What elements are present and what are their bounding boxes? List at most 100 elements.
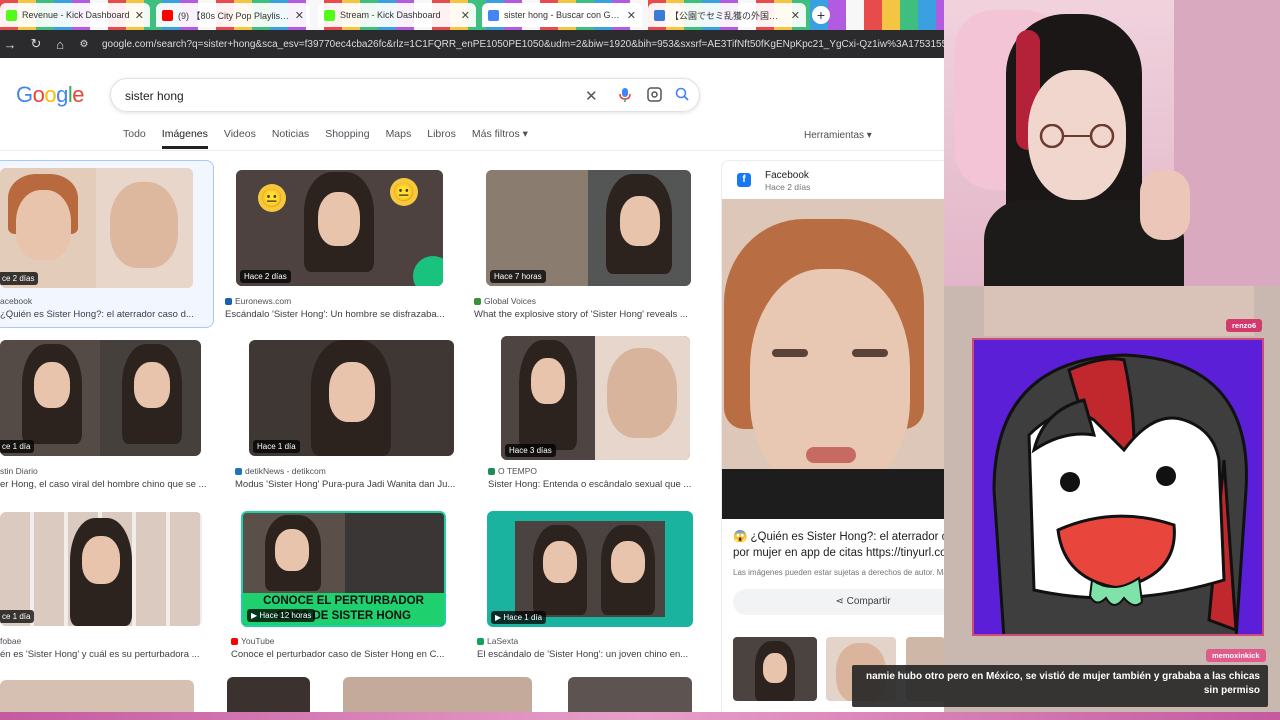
search-input[interactable]: sister hong (125, 89, 184, 103)
reload-icon[interactable]: ↻ (26, 36, 46, 52)
tab-label: Revenue - Kick Dashboard (22, 10, 130, 20)
result-caption[interactable]: er Hong, el caso viral del hombre chino … (0, 479, 215, 490)
forward-icon[interactable]: → (0, 37, 20, 52)
chat-username-badge: memoxinkick (1206, 649, 1266, 662)
result-thumbnail[interactable]: Hace 1 día (249, 340, 454, 456)
tab-noticias[interactable]: Noticias (272, 128, 309, 149)
close-tab-icon[interactable]: ✕ (461, 9, 470, 22)
result-caption[interactable]: Escándalo 'Sister Hong': Un hombre se di… (225, 309, 445, 320)
result-caption[interactable]: Modus 'Sister Hong' Pura-pura Jadi Wanit… (235, 479, 465, 490)
result-thumbnail[interactable]: ce 1 día (0, 512, 202, 626)
close-tab-icon[interactable]: ✕ (295, 9, 304, 22)
home-icon[interactable]: ⌂ (50, 37, 70, 52)
search-icon[interactable] (675, 87, 689, 104)
close-tab-icon[interactable]: ✕ (627, 9, 636, 22)
tab-maps[interactable]: Maps (386, 128, 412, 149)
tools-button[interactable]: Herramientas ▾ (804, 130, 872, 141)
address-bar: → ↻ ⌂ ⚙ google.com/search?q=sister+hong&… (0, 30, 944, 58)
result-thumbnail[interactable]: ce 2 días (0, 168, 193, 288)
tab-google-search[interactable]: sister hong - Buscar con Google ✕ (482, 3, 642, 27)
otempo-icon (488, 467, 495, 475)
age-badge: ▶ Hace 12 horas (247, 609, 316, 622)
neutral-face-emoji-icon: 😐 (390, 178, 418, 206)
microphone-icon[interactable] (619, 87, 631, 106)
result-source: YouTube (231, 636, 274, 646)
tab-imagenes[interactable]: Imágenes (161, 128, 208, 149)
tab-strip: Revenue - Kick Dashboard ✕ (9) 【80s City… (0, 0, 944, 30)
result-caption[interactable]: What the explosive story of 'Sister Hong… (474, 309, 694, 320)
result-source: Euronews.com (225, 296, 291, 306)
search-box[interactable]: sister hong ✕ (110, 78, 700, 112)
age-badge: Hace 2 días (240, 270, 291, 283)
url-field[interactable]: google.com/search?q=sister+hong&sca_esv=… (102, 39, 944, 50)
share-icon: ⋖ (835, 596, 847, 607)
result-thumbnail[interactable]: Hace 3 días (501, 336, 690, 460)
preview-image[interactable]: ◉ (722, 199, 944, 519)
tab-playlist[interactable]: (9) 【80s City Pop Playlist】 ✕ (156, 3, 310, 27)
streamer-avatar-overlay (972, 338, 1264, 636)
euronews-icon (225, 297, 232, 305)
related-thumbnail[interactable] (733, 637, 817, 701)
tab-videos[interactable]: Videos (224, 128, 256, 149)
page-favicon-icon (654, 9, 665, 21)
result-source: detikNews - detikcom (235, 466, 326, 476)
cartoon-avatar-icon (974, 340, 1262, 634)
result-caption[interactable]: Sister Hong: Entenda o escândalo sexual … (488, 479, 708, 490)
browser-window: Revenue - Kick Dashboard ✕ (9) 【80s City… (0, 0, 944, 720)
tab-mas-filtros[interactable]: Más filtros ▾ (472, 128, 528, 149)
glasses-icon (1028, 123, 1126, 149)
detik-icon (235, 467, 242, 475)
tab-label: sister hong - Buscar con Google (504, 10, 622, 20)
tab-todo[interactable]: Todo (123, 128, 146, 149)
result-thumbnail[interactable]: ▶ Hace 1 día (487, 511, 693, 627)
tab-shopping[interactable]: Shopping (325, 128, 369, 149)
tab-japanese-news[interactable]: 【公園でセミ乱獲の外国人】幼虫 ✕ (648, 3, 806, 27)
lens-icon[interactable] (647, 87, 662, 105)
new-tab-icon[interactable]: + (812, 6, 830, 24)
result-thumbnail[interactable]: CONOCE EL PERTURBADOR CASO DE SISTER HON… (241, 511, 446, 627)
close-tab-icon[interactable]: ✕ (791, 9, 800, 22)
globalvoices-icon (474, 297, 481, 305)
tab-stream[interactable]: Stream - Kick Dashboard ✕ (318, 3, 476, 27)
result-source: LaSexta (477, 636, 518, 646)
chat-username-badge: renzo6 (1226, 319, 1263, 332)
image-preview-panel: f Facebook Hace 2 días ◉ 😱 ¿Quién es Sis… (721, 160, 944, 720)
preview-time: Hace 2 días (765, 182, 811, 192)
copyright-notice: Las imágenes pueden estar sujetas a dere… (733, 568, 944, 577)
google-logo[interactable]: Google (16, 82, 85, 108)
lasexta-icon (477, 637, 484, 645)
age-badge: Hace 3 días (505, 444, 556, 457)
age-badge: ce 2 días (0, 272, 39, 285)
result-source: fobae (0, 636, 22, 646)
google-favicon-icon (488, 9, 499, 21)
preview-description[interactable]: 😱 ¿Quién es Sister Hong?: el aterrador c… (733, 529, 944, 561)
result-caption[interactable]: én es 'Sister Hong' y cuál es su perturb… (0, 649, 210, 660)
tab-libros[interactable]: Libros (427, 128, 456, 149)
result-source: Global Voices (474, 296, 536, 306)
tab-label: Stream - Kick Dashboard (340, 10, 441, 20)
result-thumbnail[interactable]: Hace 7 horas (486, 170, 691, 286)
site-info-icon[interactable]: ⚙ (74, 39, 94, 50)
age-badge: ce 1 día (0, 440, 35, 453)
age-badge: ce 1 día (0, 610, 35, 623)
share-button[interactable]: ⋖ Compartir (733, 589, 944, 615)
age-badge: Hace 7 horas (490, 270, 546, 283)
search-nav-tabs: Todo Imágenes Videos Noticias Shopping M… (123, 128, 544, 149)
kick-favicon-icon (324, 9, 335, 21)
result-caption[interactable]: ¿Quién es Sister Hong?: el aterrador cas… (0, 309, 205, 320)
tab-label: (9) 【80s City Pop Playlist】 (178, 10, 290, 21)
result-caption[interactable]: Conoce el perturbador caso de Sister Hon… (231, 649, 451, 660)
result-thumbnail[interactable]: 😐 😐 Hace 2 días (236, 170, 443, 286)
age-badge: ▶ Hace 1 día (491, 611, 547, 624)
tab-revenue[interactable]: Revenue - Kick Dashboard ✕ (0, 3, 150, 27)
preview-source[interactable]: Facebook (765, 170, 809, 181)
age-badge: Hace 1 día (253, 440, 300, 453)
youtube-favicon-icon (162, 9, 173, 21)
close-tab-icon[interactable]: ✕ (135, 9, 144, 22)
clear-search-icon[interactable]: ✕ (585, 87, 598, 105)
divider (0, 150, 944, 151)
result-source: O TEMPO (488, 466, 537, 476)
facebook-icon: f (737, 173, 751, 187)
result-caption[interactable]: El escándalo de 'Sister Hong': un joven … (477, 649, 697, 660)
result-thumbnail[interactable]: ce 1 día (0, 340, 201, 456)
